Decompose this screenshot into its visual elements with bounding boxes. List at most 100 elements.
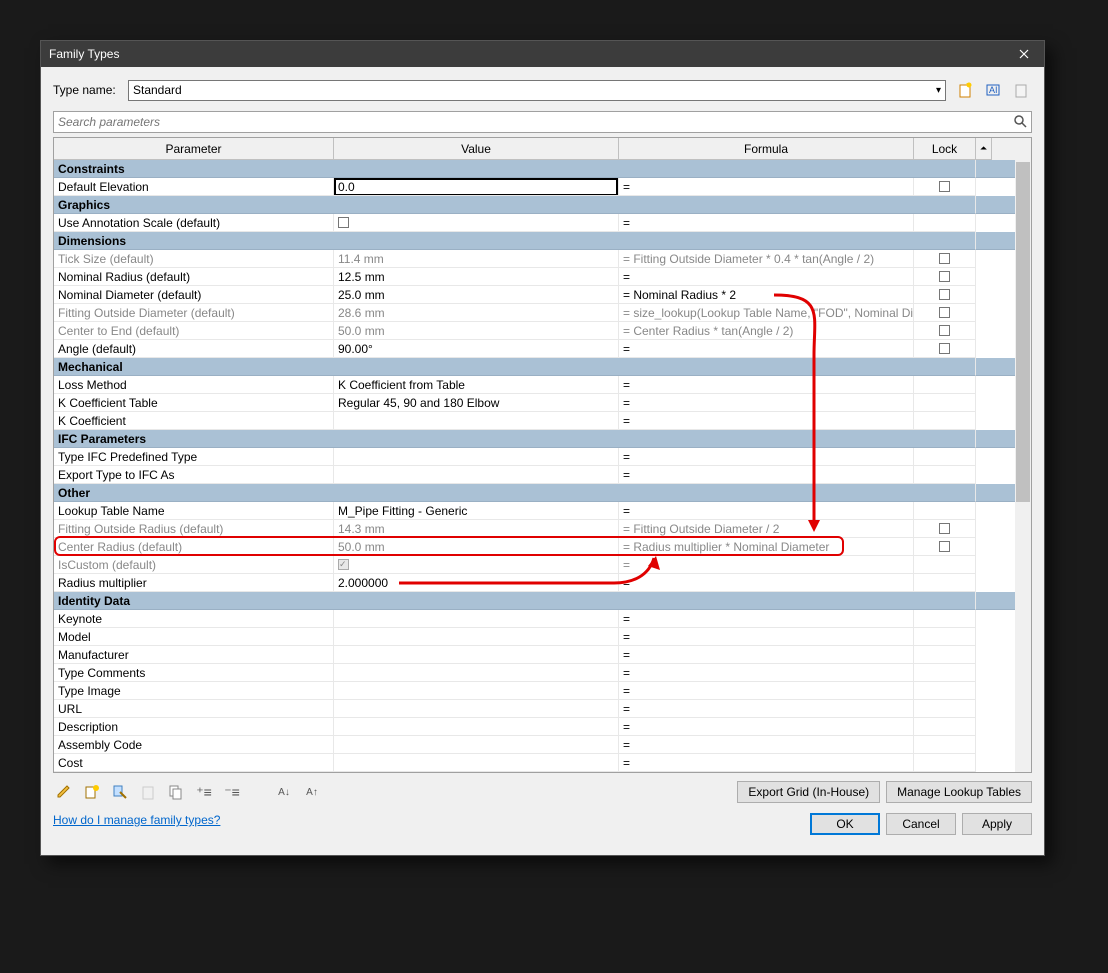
lock-checkbox[interactable] [939,253,950,264]
parameter-lock[interactable] [914,268,976,286]
parameter-lock[interactable] [914,304,976,322]
parameter-lock[interactable] [914,520,976,538]
parameter-lock[interactable] [914,340,976,358]
parameter-value[interactable]: 50.0 mm [334,322,619,340]
parameter-lock[interactable] [914,250,976,268]
parameter-formula[interactable]: = [619,448,914,466]
parameter-lock[interactable] [914,286,976,304]
parameter-value[interactable] [334,466,619,484]
parameter-lock[interactable] [914,322,976,340]
column-lock[interactable]: Lock [914,138,976,160]
parameter-lock[interactable] [914,700,976,718]
parameter-value[interactable]: 90.00° [334,340,619,358]
parameter-name[interactable]: Fitting Outside Diameter (default) [54,304,334,322]
lock-checkbox[interactable] [939,523,950,534]
parameter-formula[interactable]: = Fitting Outside Diameter * 0.4 * tan(A… [619,250,914,268]
vertical-scrollbar[interactable] [1015,160,1031,772]
parameter-lock[interactable] [914,754,976,772]
cancel-button[interactable]: Cancel [886,813,956,835]
parameter-name[interactable]: Type IFC Predefined Type [54,448,334,466]
parameter-formula[interactable]: = [619,682,914,700]
column-value[interactable]: Value [334,138,619,160]
parameter-value[interactable] [334,682,619,700]
parameter-value[interactable] [334,610,619,628]
edit-parameter-button[interactable] [53,781,75,803]
parameter-lock[interactable] [914,214,976,232]
parameter-value[interactable] [334,646,619,664]
parameter-formula[interactable]: = [619,268,914,286]
parameter-value[interactable]: 25.0 mm [334,286,619,304]
modify-parameter-button[interactable] [109,781,131,803]
parameter-formula[interactable]: = [619,394,914,412]
search-button[interactable] [1009,114,1031,131]
parameter-formula[interactable]: = [619,646,914,664]
scrollbar-thumb[interactable] [1016,162,1030,502]
parameter-name[interactable]: URL [54,700,334,718]
parameter-name[interactable]: Manufacturer [54,646,334,664]
parameter-lock[interactable] [914,448,976,466]
parameter-formula[interactable]: = [619,736,914,754]
parameter-value[interactable]: 12.5 mm [334,268,619,286]
parameter-formula[interactable]: = [619,376,914,394]
parameter-name[interactable]: Export Type to IFC As [54,466,334,484]
parameter-lock[interactable] [914,646,976,664]
lock-checkbox[interactable] [939,289,950,300]
parameter-formula[interactable]: = [619,574,914,592]
close-button[interactable] [1004,41,1044,67]
parameter-name[interactable]: Center Radius (default) [54,538,334,556]
parameter-value[interactable] [334,664,619,682]
parameter-name[interactable]: Keynote [54,610,334,628]
parameter-lock[interactable] [914,376,976,394]
parameter-formula[interactable]: = [619,412,914,430]
parameter-value[interactable] [334,754,619,772]
parameter-value[interactable]: 50.0 mm [334,538,619,556]
manage-lookup-button[interactable]: Manage Lookup Tables [886,781,1032,803]
lock-checkbox[interactable] [939,271,950,282]
lock-checkbox[interactable] [939,541,950,552]
column-formula[interactable]: Formula [619,138,914,160]
group-header[interactable]: Mechanical⌵ [54,358,1031,376]
parameter-name[interactable]: Type Image [54,682,334,700]
parameter-name[interactable]: Angle (default) [54,340,334,358]
parameter-value[interactable] [334,736,619,754]
parameter-name[interactable]: Description [54,718,334,736]
parameter-formula[interactable]: = [619,178,914,196]
parameter-lock[interactable] [914,628,976,646]
parameter-value[interactable] [334,412,619,430]
parameter-formula[interactable]: = [619,664,914,682]
new-parameter-button[interactable] [81,781,103,803]
parameter-value[interactable]: 0.0 [334,178,619,196]
parameter-value[interactable] [334,700,619,718]
parameter-formula[interactable]: = Center Radius * tan(Angle / 2) [619,322,914,340]
parameter-formula[interactable]: = Fitting Outside Diameter / 2 [619,520,914,538]
parameter-lock[interactable] [914,466,976,484]
parameter-name[interactable]: K Coefficient Table [54,394,334,412]
parameter-value[interactable]: 11.4 mm [334,250,619,268]
parameter-name[interactable]: Center to End (default) [54,322,334,340]
type-name-select[interactable]: Standard ▾ [128,80,946,101]
checkbox[interactable] [338,217,349,228]
parameter-value[interactable] [334,628,619,646]
parameter-name[interactable]: IsCustom (default) [54,556,334,574]
move-up-button[interactable]: ⁺≡ [193,781,215,803]
parameter-formula[interactable]: = [619,700,914,718]
scroll-top-button[interactable]: ⏶ [976,138,992,160]
parameter-formula[interactable]: = [619,610,914,628]
apply-button[interactable]: Apply [962,813,1032,835]
parameter-value[interactable]: 2.000000 [334,574,619,592]
parameter-lock[interactable] [914,538,976,556]
parameter-name[interactable]: Use Annotation Scale (default) [54,214,334,232]
parameter-formula[interactable]: = [619,340,914,358]
parameter-name[interactable]: Model [54,628,334,646]
parameter-name[interactable]: Assembly Code [54,736,334,754]
parameter-name[interactable]: Radius multiplier [54,574,334,592]
parameter-lock[interactable] [914,664,976,682]
parameter-formula[interactable]: = [619,214,914,232]
copy-parameter-button[interactable] [165,781,187,803]
parameter-value[interactable] [334,718,619,736]
value-edit-field[interactable]: 0.0 [334,178,618,196]
parameter-formula[interactable]: = [619,628,914,646]
parameter-lock[interactable] [914,718,976,736]
parameter-value[interactable]: Regular 45, 90 and 180 Elbow [334,394,619,412]
rename-type-button[interactable]: AI [982,79,1004,101]
